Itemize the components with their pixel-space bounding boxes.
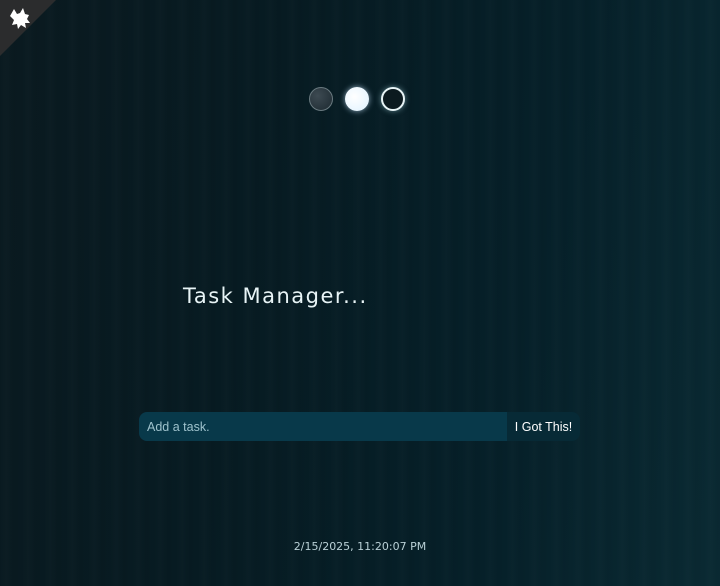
page-title: Task Manager... (183, 284, 368, 308)
add-task-button[interactable]: I Got This! (507, 412, 580, 441)
theme-light-button[interactable] (345, 87, 369, 111)
theme-darker-button[interactable] (381, 87, 405, 111)
add-task-form: I Got This! (139, 412, 580, 441)
fox-logo-icon (10, 8, 30, 29)
theme-selector (309, 87, 405, 111)
theme-standard-button[interactable] (309, 87, 333, 111)
task-input[interactable] (139, 412, 507, 441)
datetime-display: 2/15/2025, 11:20:07 PM (293, 540, 427, 553)
corner-banner[interactable] (0, 0, 56, 56)
